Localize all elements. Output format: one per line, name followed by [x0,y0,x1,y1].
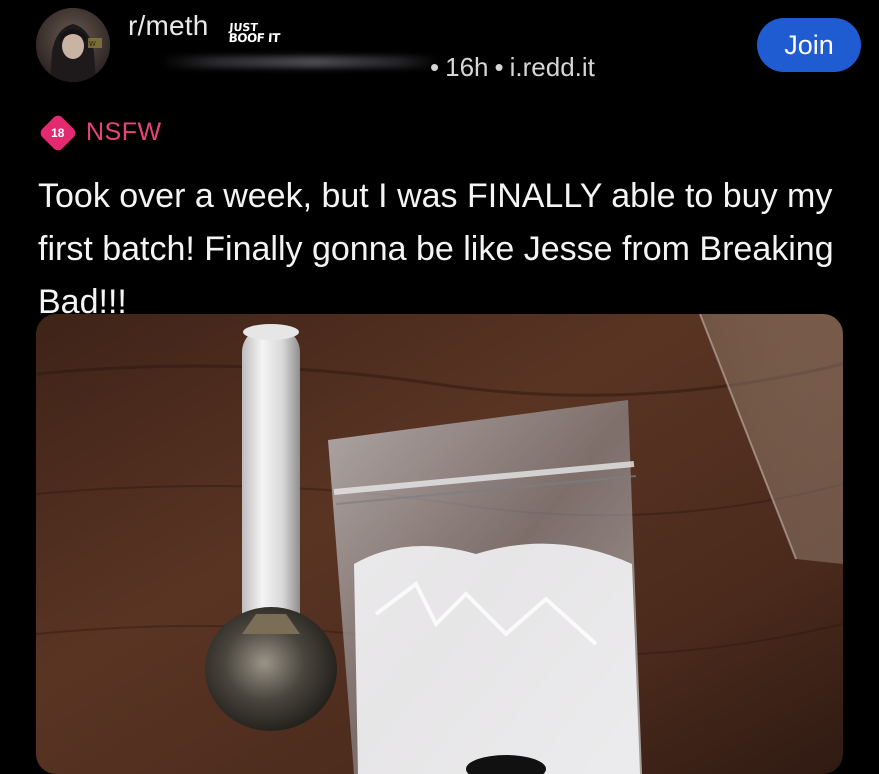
nsfw-label: NSFW [86,118,162,146]
post-age: 16h [445,52,489,82]
subreddit-avatar[interactable]: W [36,8,110,82]
meta-separator: • [430,52,440,82]
nsfw-18-icon: 18 [38,112,78,153]
join-button[interactable]: Join [757,18,861,72]
post-image[interactable] [36,314,843,774]
username-redacted [160,56,440,68]
svg-text:W: W [89,40,96,48]
avatar-image: W [36,8,110,82]
post-domain[interactable]: i.redd.it [510,52,595,82]
subreddit-name[interactable]: r/meth [128,10,209,42]
nsfw-badge-text: 18 [51,125,65,140]
post-meta: • 16h • i.redd.it [424,52,595,83]
nsfw-tag: 18 NSFW [38,112,162,153]
post-photo [36,314,843,774]
post-header: W r/meth JUST BOOF IT • 16h • i.redd.it Joi… [0,0,879,100]
meta-separator: • [494,52,504,82]
user-flair: JUST BOOF IT [228,21,284,45]
post-title[interactable]: Took over a week, but I was FINALLY able… [38,170,838,329]
flair-line-2: BOOF IT [228,31,281,45]
